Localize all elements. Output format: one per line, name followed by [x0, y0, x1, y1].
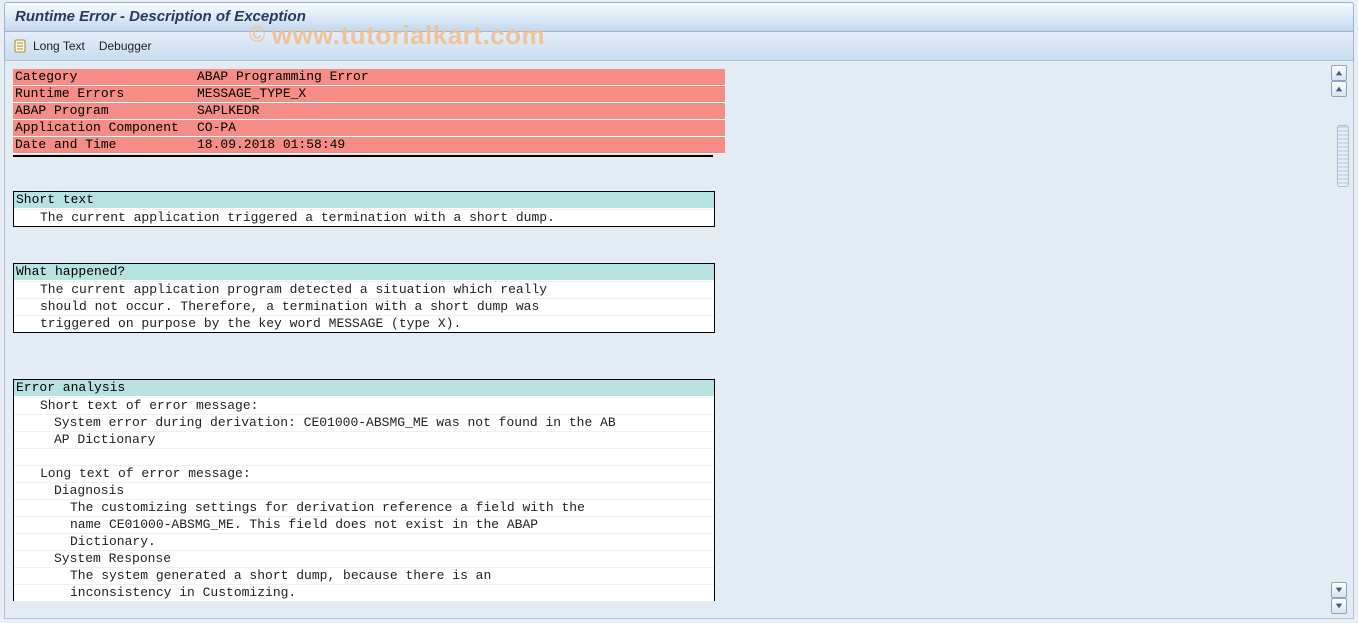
text-line: Diagnosis: [14, 482, 714, 499]
dump-content: Category ABAP Programming Error Runtime …: [13, 69, 725, 618]
scroll-icon: [13, 38, 29, 54]
page-title: Runtime Error - Description of Exception: [4, 2, 1354, 32]
scroll-down-button[interactable]: [1331, 582, 1347, 598]
long-text-button[interactable]: Long Text: [13, 38, 85, 54]
section-title: What happened?: [14, 264, 714, 281]
debugger-button[interactable]: Debugger: [99, 39, 152, 53]
table-row: Date and Time 18.09.2018 01:58:49: [13, 137, 725, 154]
header-table: Category ABAP Programming Error Runtime …: [13, 69, 725, 154]
text-line: System Response: [14, 550, 714, 567]
splitter-grip[interactable]: [1337, 125, 1349, 187]
text-line: The customizing settings for derivation …: [14, 499, 714, 516]
text-line: inconsistency in Customizing.: [14, 584, 714, 601]
section-title: Short text: [14, 192, 714, 209]
header-separator: [13, 155, 713, 157]
text-line: Long text of error message:: [14, 465, 714, 482]
toolbar: Long Text Debugger ©www.tutorialkart.com: [4, 32, 1354, 61]
text-line: The current application triggered a term…: [14, 209, 714, 226]
text-line: The current application program detected…: [14, 281, 714, 298]
text-line: The system generated a short dump, becau…: [14, 567, 714, 584]
scroll-up-button[interactable]: [1331, 81, 1347, 97]
text-line: name CE01000-ABSMG_ME. This field does n…: [14, 516, 714, 533]
text-line: triggered on purpose by the key word MES…: [14, 315, 714, 332]
text-line: [14, 448, 714, 465]
short-text-box: Short text The current application trigg…: [13, 191, 715, 227]
scroll-bottom-button[interactable]: [1331, 598, 1347, 614]
text-line: should not occur. Therefore, a terminati…: [14, 298, 714, 315]
work-area: Category ABAP Programming Error Runtime …: [4, 60, 1354, 619]
table-row: Runtime Errors MESSAGE_TYPE_X: [13, 86, 725, 103]
table-row: Category ABAP Programming Error: [13, 69, 725, 86]
what-happened-box: What happened? The current application p…: [13, 263, 715, 333]
table-row: Application Component CO-PA: [13, 120, 725, 137]
text-line: Dictionary.: [14, 533, 714, 550]
section-title: Error analysis: [14, 380, 714, 397]
text-line: Short text of error message:: [14, 397, 714, 414]
text-line: AP Dictionary: [14, 431, 714, 448]
error-analysis-box: Error analysis Short text of error messa…: [13, 379, 715, 601]
long-text-label: Long Text: [33, 39, 85, 53]
debugger-label: Debugger: [99, 39, 152, 53]
scroll-top-button[interactable]: [1331, 65, 1347, 81]
text-line: System error during derivation: CE01000-…: [14, 414, 714, 431]
table-row: ABAP Program SAPLKEDR: [13, 103, 725, 120]
